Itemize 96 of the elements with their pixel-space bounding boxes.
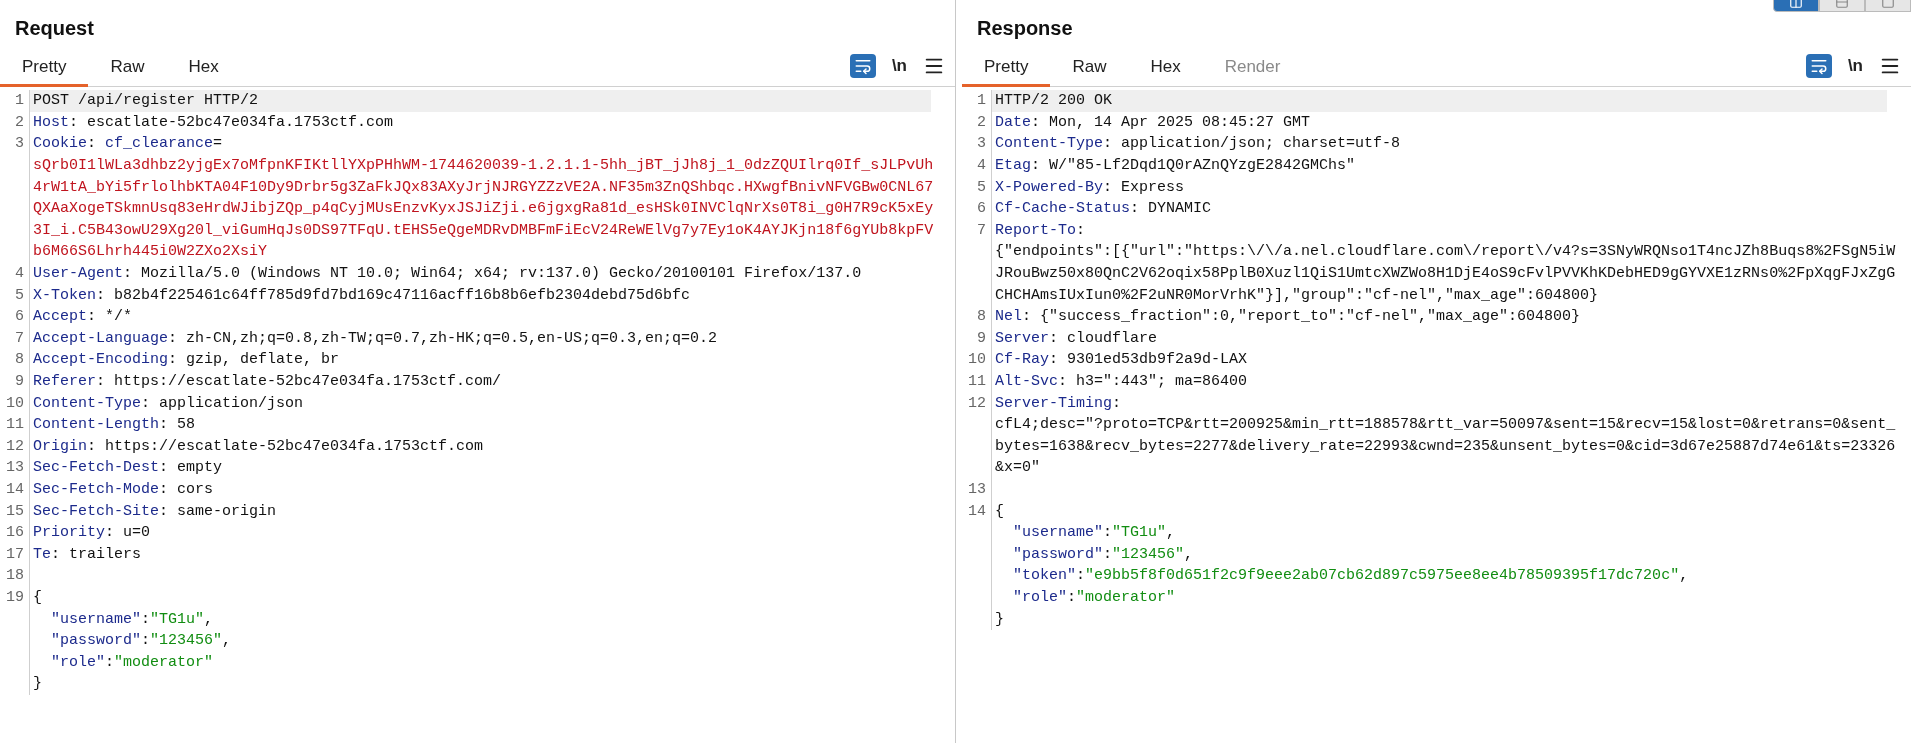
code-line: Priority: u=0 <box>33 524 151 542</box>
code-line: X-Powered-By: Express <box>995 178 1185 196</box>
newline-toggle-button[interactable]: \n <box>1845 56 1865 76</box>
wrap-lines-button[interactable] <box>849 54 876 78</box>
code-line: Sec-Fetch-Site: same-origin <box>33 502 277 520</box>
line-number: 9 <box>976 329 987 347</box>
code-line: Accept: */* <box>33 308 133 326</box>
tab[interactable]: Pretty <box>962 57 1051 87</box>
code-line: Origin: https://escatlate-52bc47e034fa.1753ctf.com <box>33 437 484 455</box>
line-number: 1 <box>14 92 25 110</box>
code-line: 3I_i.C5B43owU29Xg20l_viGumHqJs0DS97TFqU.tEHS5eQgeMDRvDMBFmFiEcV24ReWElVg7y7Ey1oK4AYJKjn18f6gYUb8kpFV <box>33 221 934 239</box>
code-line: Date: Mon, 14 Apr 2025 08:45:27 GMT <box>995 113 1311 131</box>
code-line: X-Token: b82b4f225461c64ff785d9fd7bd169c47116acff16b8b6efb2304debd75d6bfc <box>33 286 691 304</box>
line-number: 18 <box>5 567 25 585</box>
code-line: HTTP/2 200 OK <box>995 92 1113 110</box>
code-line: Sec-Fetch-Dest: empty <box>33 459 223 477</box>
code-line: Content-Type: application/json; charset=utf-8 <box>995 135 1401 153</box>
tab[interactable]: Raw <box>1050 57 1129 87</box>
code-line: Referer: https://escatlate-52bc47e034fa.1753ctf.com/ <box>33 373 502 390</box>
code-line: "role":"moderator" <box>1012 588 1176 606</box>
code-line: Nel: {"success_fraction":0,"report_to":"cf-nel","max_age":604800} <box>995 308 1581 326</box>
line-number: 12 <box>967 394 987 412</box>
line-number: 6 <box>976 200 987 218</box>
code-line: } <box>995 610 1004 628</box>
code-line: "username":"TG1u", <box>1012 524 1176 542</box>
line-number: 11 <box>967 373 987 390</box>
code-line: {"endpoints":[{"url":"https:\/\/a.nel.cloudflare.com\/report\/v4?s=3SNyWRQNso1T4ncJZh8Buqs8%2FSgN5iW <box>995 243 1896 261</box>
pane-title: Response <box>977 17 1073 41</box>
line-number: 7 <box>976 221 987 239</box>
code-line: Sec-Fetch-Mode: cors <box>33 481 214 498</box>
line-number: 3 <box>14 135 25 153</box>
code-line: QXAaXogeTSkmnUsq83eHrdWJibjZQp_p4qCyjMUsEnzvKyxJSJiZji.e6jgxgRa81d_esHSk0INVClqNrXs0T8i_g0H7R9cK5xEy <box>33 200 934 218</box>
line-number: 2 <box>976 113 987 131</box>
line-number: 13 <box>5 459 25 477</box>
code-line: JRouBwz50x80QnC2V62oqix58PplB0Xuzl1QiS1UmtcXWZWo8H1DjE4oS9cFvlPVVKhKDebHED9gGYVXE1zRNs0%2FpXqgFJxZgG <box>995 265 1896 283</box>
line-number: 1 <box>976 92 987 110</box>
line-number: 13 <box>967 481 987 498</box>
line-number: 14 <box>5 481 25 498</box>
code-line: Server-Timing: <box>995 394 1122 412</box>
code-line: { <box>33 588 42 606</box>
line-number: 11 <box>5 416 25 434</box>
code-line: Accept-Language: zh-CN,zh;q=0.8,zh-TW;q=0.7,zh-HK;q=0.5,en-US;q=0.3,en;q=0.2 <box>33 329 718 347</box>
code-line: Content-Length: 58 <box>33 416 196 434</box>
line-number: 15 <box>5 502 25 520</box>
line-number: 10 <box>5 394 25 412</box>
code-line: Content-Type: application/json <box>33 394 304 412</box>
code-line: bytes=1638&recv_bytes=2277&delivery_rate=22993&cwnd=235&unsent_bytes=0&cid=3d67e25887d74e61&ts=23326 <box>995 437 1896 455</box>
line-number: 16 <box>5 524 25 542</box>
line-number: 9 <box>14 373 25 390</box>
newline-toggle-button[interactable]: \n <box>889 56 909 76</box>
line-number: 17 <box>5 545 25 563</box>
tab[interactable]: Pretty <box>0 57 89 87</box>
line-number: 4 <box>976 157 987 175</box>
line-number: 19 <box>5 588 25 606</box>
code-line: &x=0" <box>995 459 1040 477</box>
line-number: 6 <box>14 308 25 326</box>
code-line: b6M66S6Lhrh445i0W2ZXo2XsiY <box>33 243 268 261</box>
pane-title: Request <box>15 17 94 41</box>
code-line: Server: cloudflare <box>995 329 1158 347</box>
code-line: } <box>33 675 42 693</box>
code-line: Accept-Encoding: gzip, deflate, br <box>33 351 340 369</box>
code-line: "password":"123456", <box>50 632 232 650</box>
code-line: "token":"e9bb5f8f0d651f2c9f9eee2ab07cb62d897c5975ee8ee4b78509395f17dc720c", <box>1012 567 1689 585</box>
line-number: 12 <box>5 437 25 455</box>
code-line: Cf-Cache-Status: DYNAMIC <box>995 200 1212 218</box>
code-line: "role":"moderator" <box>50 653 214 671</box>
line-number: 10 <box>967 351 987 369</box>
line-number: 4 <box>14 265 25 283</box>
wrap-lines-button[interactable] <box>1805 54 1832 78</box>
code-line: { <box>995 502 1004 520</box>
code-line: POST /api/register HTTP/2 <box>33 92 259 110</box>
code-line: "password":"123456", <box>1012 545 1194 563</box>
code-line: Report-To: <box>995 221 1086 239</box>
code-line: 4rW1tA_bYi5frlolhbKTA04F10Dy9Drbr5g3ZaFkJQx83AXyJrjNJRGYZZzVE2A.NF35m3ZnQShbqc.HXwgfBnivNFVGBw0CNL67 <box>33 178 934 196</box>
line-number: 8 <box>976 308 987 326</box>
code-line: Etag: W/"85-Lf2Dqd1Q0rAZnQYzgE2842GMChs" <box>995 157 1356 175</box>
line-number: 7 <box>14 329 25 347</box>
line-number: 5 <box>14 286 25 304</box>
code-line: Cookie: cf_clearance= <box>33 135 223 153</box>
line-number: 2 <box>14 113 25 131</box>
code-line: Host: escatlate-52bc47e034fa.1753ctf.com <box>33 113 394 131</box>
code-line: Te: trailers <box>33 545 142 563</box>
code-line: "username":"TG1u", <box>50 610 214 628</box>
code-line: sQrb0I1lWLa3dhbz2yjgEx7oMfpnKFIKtllYXpPHhWM-1744620039-1.2.1.1-5hh_jBT_jJh8j_1_0dzZQUIlrq0If_sJLPvUh <box>33 157 934 175</box>
line-number: 3 <box>976 135 987 153</box>
line-number: 14 <box>967 502 987 520</box>
tab[interactable]: Hex <box>166 57 241 87</box>
line-number: 5 <box>976 178 987 196</box>
code-line: CHCHAmsIUxIun0%2F2uNR0MorVrhK"}],"group":"cf-nel","max_age":604800} <box>995 286 1599 304</box>
code-line: Cf-Ray: 9301ed53db9f2a9d-LAX <box>995 351 1248 369</box>
code-line: Alt-Svc: h3=":443"; ma=86400 <box>995 373 1248 390</box>
code-line: User-Agent: Mozilla/5.0 (Windows NT 10.0; Win64; x64; rv:137.0) Gecko/20100101 Firefox/137.0 <box>33 265 862 283</box>
tab[interactable]: Raw <box>88 57 167 87</box>
line-number: 8 <box>14 351 25 369</box>
code-line: cfL4;desc="?proto=TCP&rtt=200925&min_rtt=188578&rtt_var=50097&sent=15&recv=15&lost=0&retrans=0&sent_ <box>995 416 1896 434</box>
tab[interactable]: Hex <box>1128 57 1203 87</box>
